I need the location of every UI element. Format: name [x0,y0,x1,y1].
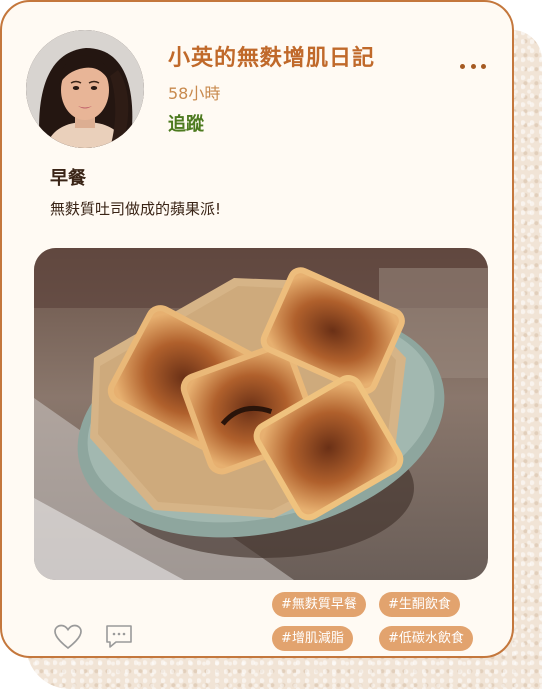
post-time: 58小時 [168,84,221,103]
avatar[interactable] [26,30,144,148]
tag[interactable]: #生酮飲食 [379,592,460,617]
avatar-portrait [26,30,144,148]
food-photo [34,248,488,580]
post-photo[interactable] [34,248,488,580]
dot [460,63,465,69]
post-body: 無麩質吐司做成的蘋果派! [50,200,222,218]
comment-icon[interactable] [104,623,134,651]
tag[interactable]: #低碳水飲食 [379,626,473,651]
tag[interactable]: #增肌減脂 [272,626,353,651]
tag[interactable]: #無麩質早餐 [272,592,366,617]
post-title: 早餐 [50,168,86,189]
heart-icon[interactable] [53,623,83,651]
dot [470,63,476,69]
dot [481,63,486,69]
more-dots-icon[interactable] [460,58,486,74]
post-card: 小英的無麩增肌日記 58小時 追蹤 早餐 無麩質吐司做成的蘋果派! #無麩質早餐… [0,0,514,658]
author-name[interactable]: 小英的無麩增肌日記 [168,40,375,72]
follow-button[interactable]: 追蹤 [168,110,204,136]
